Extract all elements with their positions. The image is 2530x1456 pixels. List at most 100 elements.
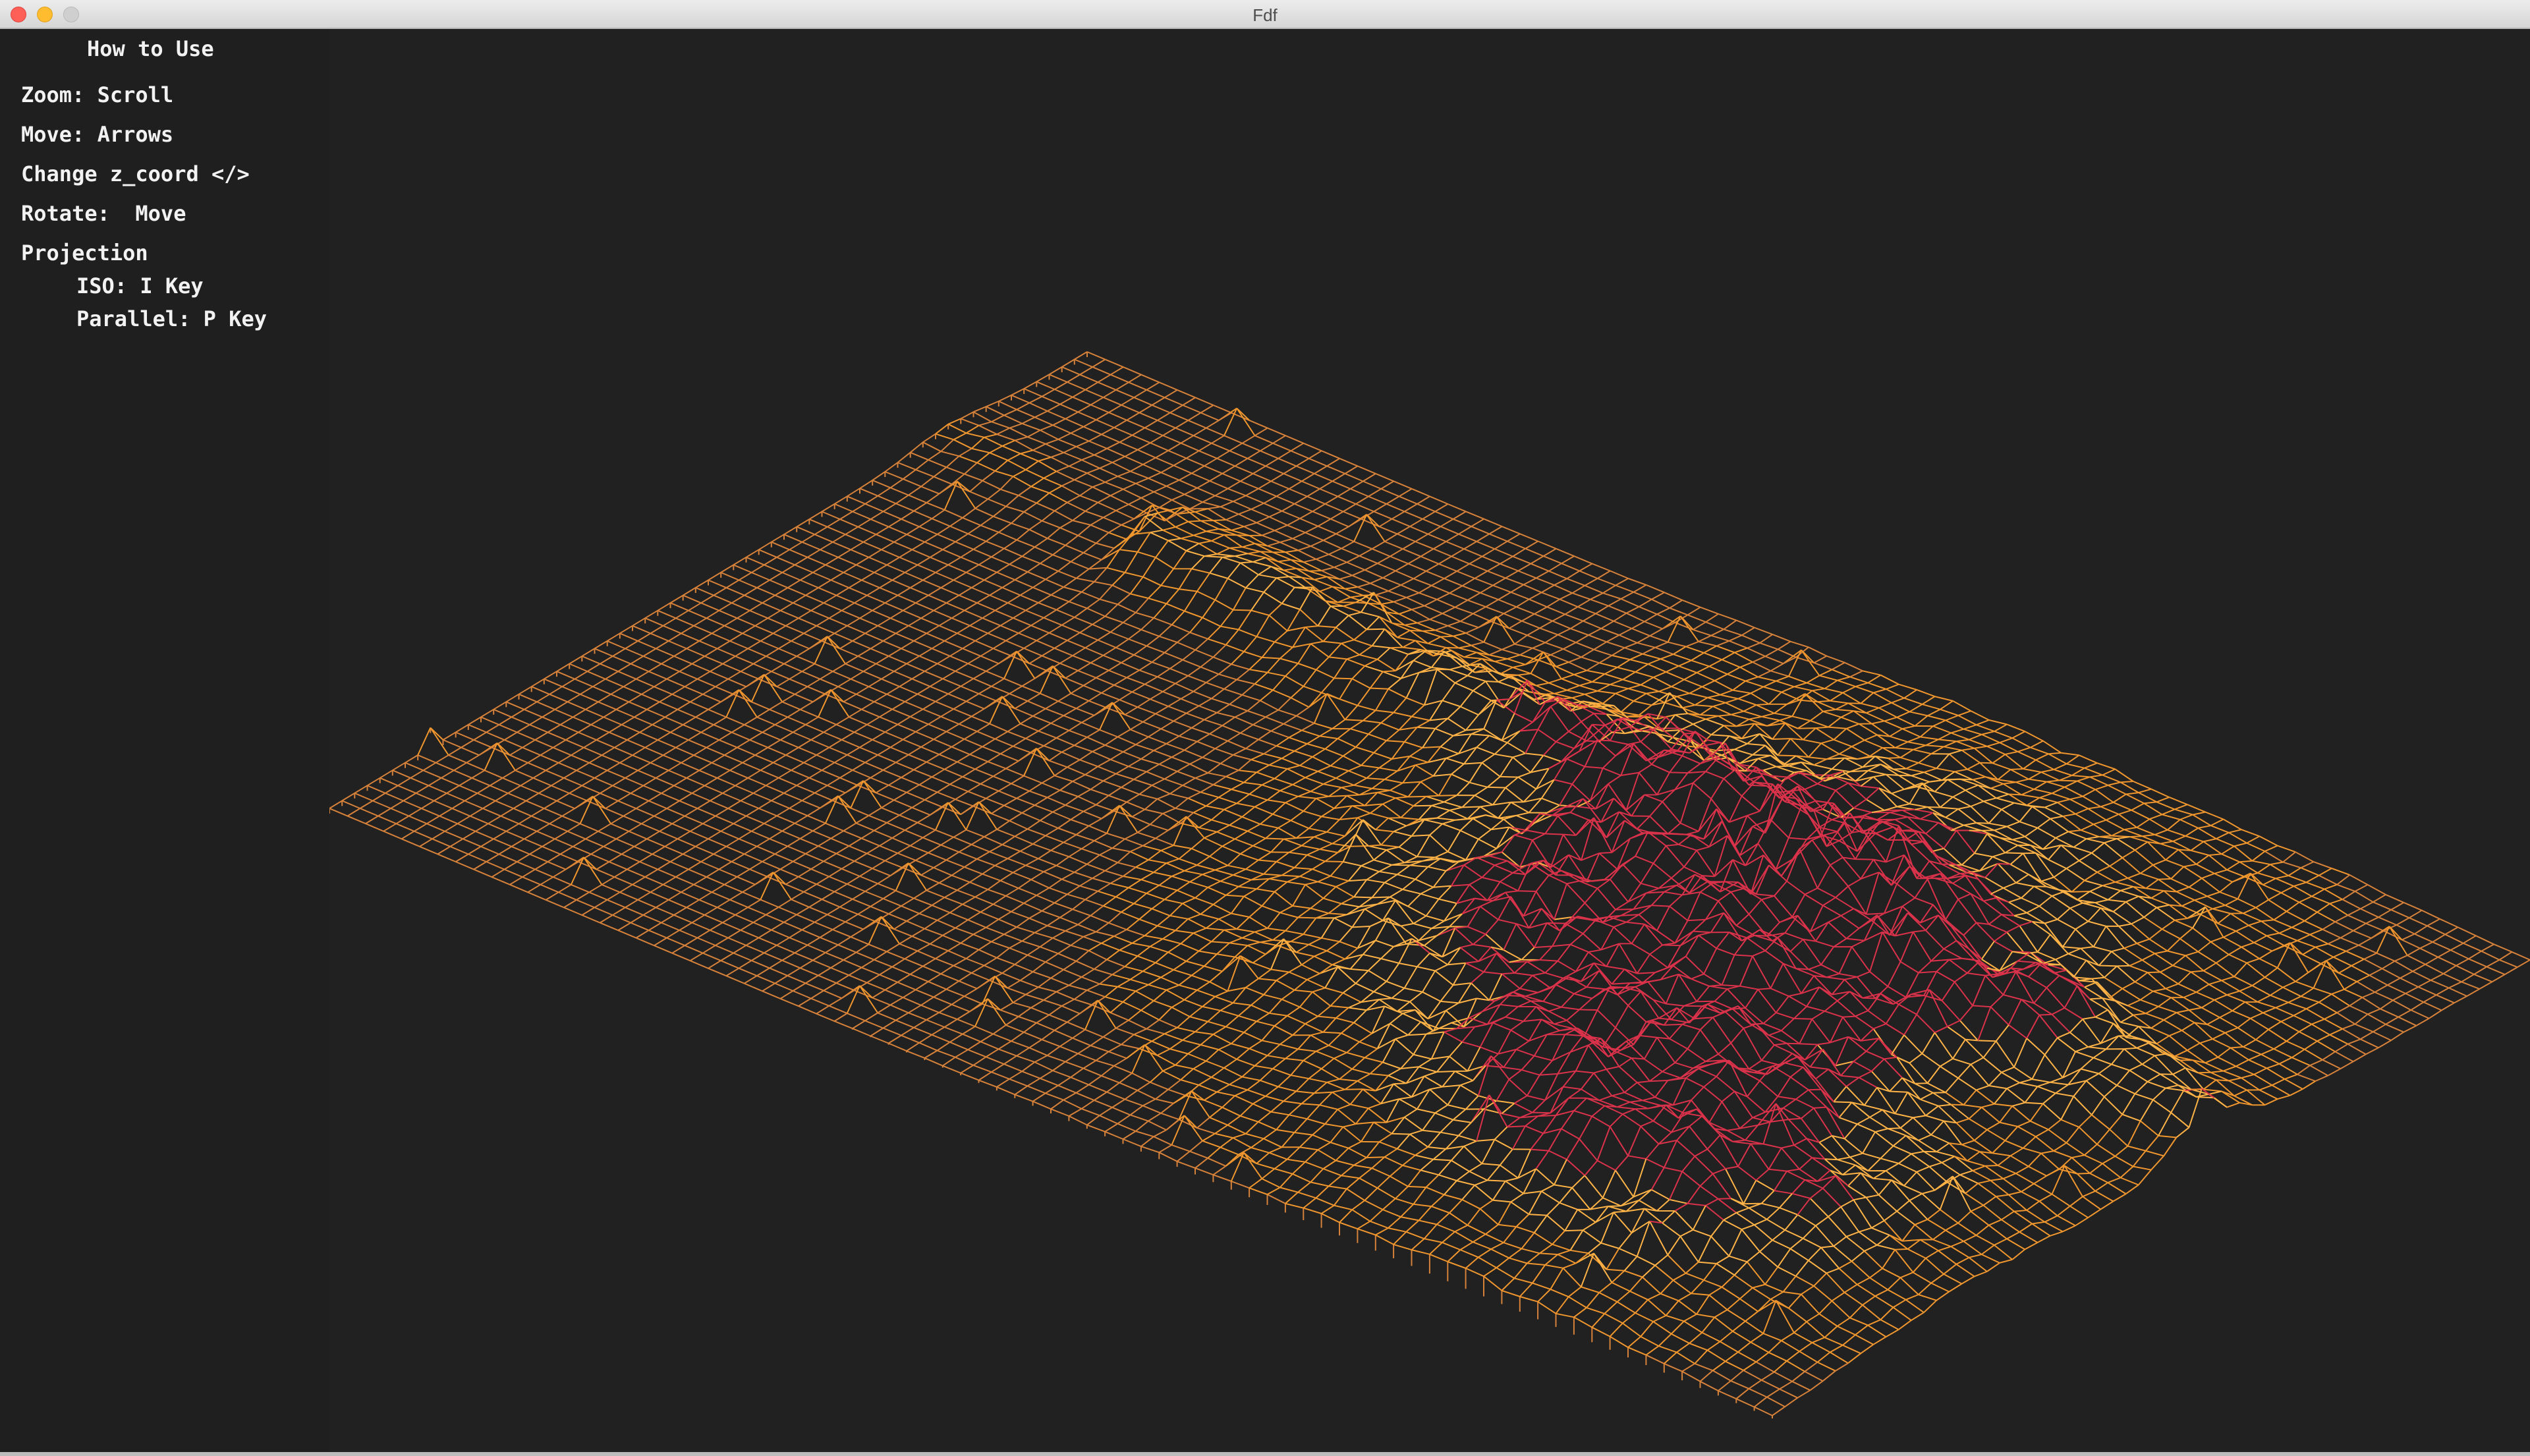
mesh-column-line [1697,997,2128,1263]
mesh-row-line [392,770,1187,1097]
mesh-column-line [455,405,1214,862]
mesh-column-line [1124,615,1694,967]
mesh-row-line [910,451,2354,1063]
help-iso: ISO: I Key [76,273,204,298]
mesh-column-line [1366,616,1380,630]
mesh-column-line [545,442,1305,901]
mesh-row-line [897,462,2341,1069]
mesh-column-line [527,435,1286,893]
mesh-column-line [473,412,1232,870]
mesh-row-line [1355,592,2132,925]
mesh-column-line [509,427,1268,885]
mesh-side-walls [329,352,1773,1418]
mesh-column-line [1455,731,1733,929]
mesh-column-line [888,584,1647,1044]
mesh-column-line [401,381,1160,840]
title-bar[interactable]: Fdf [0,0,2530,29]
mesh-column-line [1212,1165,1227,1176]
help-zoom: Zoom: Scroll [21,82,174,107]
mesh-column-line [798,547,1557,1007]
mesh-column-line [1281,586,1308,604]
window-title: Fdf [1252,5,1278,25]
mesh-column-line [1251,576,1302,611]
mesh-row-line [569,663,1111,884]
mesh-column-line [689,503,1449,962]
help-rotate: Rotate: Move [21,201,186,226]
mesh-column-line [1185,543,1200,551]
mesh-column-line [816,555,1575,1015]
mesh-column-line [2282,851,2296,863]
mesh-row-line [820,795,1975,1277]
mesh-column-line [1519,696,1571,732]
mesh-row-line [1599,662,2357,982]
mesh-column-line [1167,538,1181,542]
mesh-column-line [762,533,1521,992]
help-projection: Projection [21,240,148,266]
mesh-row-line [380,777,1824,1382]
mesh-row-line [443,739,1165,1035]
mesh-column-line [1627,928,2323,1348]
mesh-row-line [884,471,2328,1077]
mesh-column-line [1391,778,1973,1134]
mesh-column-line [1353,754,1797,1024]
mesh-column-line [1528,885,2072,1215]
mesh-column-line [1477,812,1934,1096]
mesh-row-line [1368,845,1946,1094]
mesh-column-line [347,358,1106,817]
mesh-row-line [1225,775,2164,1157]
render-canvas[interactable] [329,29,2530,1456]
mesh-row-line [1415,1154,1669,1256]
mesh-row-line [1061,485,2379,1049]
mesh-column-line [1743,1012,2338,1371]
mesh-column-line [953,424,980,441]
mesh-column-line [1753,951,2513,1408]
mesh-row-line [405,762,1127,1059]
mesh-column-line [2300,861,2314,869]
mesh-column-line [1681,918,2440,1372]
mesh-column-line [1623,907,2207,1272]
mesh-column-line [1664,950,2347,1364]
mesh-column-line [1438,802,2058,1175]
mesh-row-line [1685,646,2408,956]
mesh-column-line [1795,1042,2163,1277]
mesh-column-line [1423,665,1475,706]
help-heading: How to Use [87,36,214,61]
mesh-column-line [1122,1102,1174,1140]
mesh-column-line [365,366,1124,824]
mesh-row-line [1130,593,2303,1090]
mesh-row-line [1424,699,2110,999]
mesh-column-line [744,526,1503,984]
mesh-column-line [924,600,1683,1059]
mesh-column-line [1432,692,1560,777]
wireframe-map[interactable] [329,29,2530,1456]
mesh-row-line [1167,816,2089,1219]
mesh-column-line [1642,981,2110,1278]
mesh-row-line [959,455,2348,1045]
mesh-row-line [455,731,1178,1028]
mesh-column-line [383,374,1142,832]
mesh-column-line [1321,754,2080,1214]
mesh-column-line [760,514,1380,901]
mesh-row-line [1642,653,2365,960]
mesh-column-line [2322,894,2386,930]
mesh-row-line [1783,649,2343,901]
help-z-coord: Change z_coord </> [21,161,250,186]
fdf-window: Fdf How to Use Zoom: Scroll Move: Arrows… [0,0,2530,1456]
mesh-row-line [417,754,1140,1050]
mesh-column-line [1377,647,1391,660]
help-parallel: Parallel: P Key [76,306,267,331]
mesh-column-line [1202,696,1936,1142]
mesh-column-line [1317,605,1343,627]
mesh-row-line [1263,753,1426,798]
mesh-column-line [1461,745,1716,914]
mesh-row-line [565,856,1757,1363]
mesh-column-line [1554,718,1643,781]
mesh-column-line [1777,1035,2157,1268]
help-move: Move: Arrows [21,122,174,147]
mesh-row-line [1094,702,2177,1138]
mesh-column-line [1371,629,1386,646]
mesh-column-line [1483,829,2242,1277]
mesh-row-line [1456,896,1872,1072]
mesh-column-line [1447,811,2206,1262]
mesh-row-line [1099,983,1912,1321]
